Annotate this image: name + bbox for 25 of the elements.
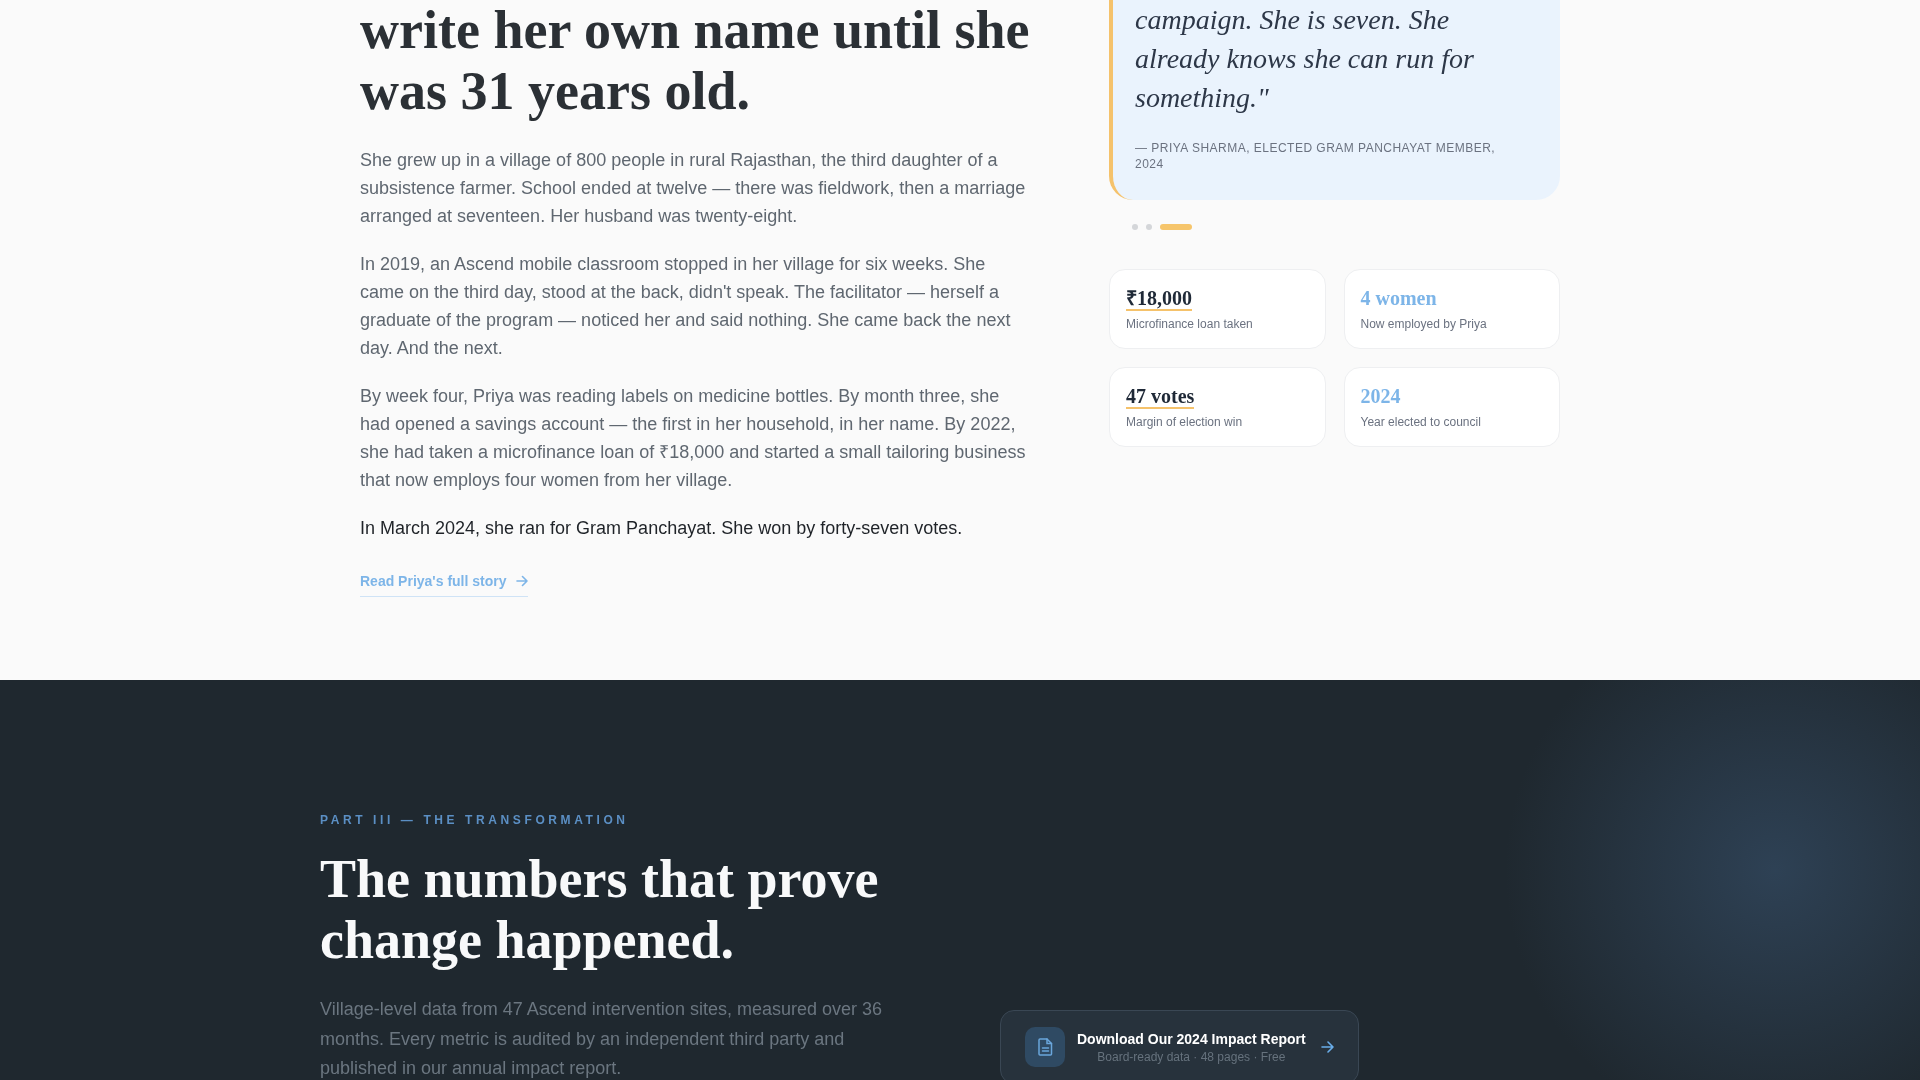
section-eyebrow: PART III — THE TRANSFORMATION (320, 812, 630, 829)
quote-attribution: — PRIYA SHARMA, ELECTED GRAM PANCHAYAT MEMBER, 2024 (1135, 140, 1497, 172)
carousel-indicator[interactable] (1146, 224, 1152, 230)
story-paragraph: In 2019, an Ascend mobile classroom stopped in her village for six weeks. She came on the third day, stood at the back, didn't speak. The facilitator — herself a graduate of the program — noticed her and said nothing. She came back the next day. And the next. (360, 253, 1012, 360)
stat-value: 47 votes (1126, 385, 1195, 409)
stat-value: 4 women (1360, 287, 1437, 311)
arrow-right-icon (515, 575, 528, 587)
stat-value: 2024 (1360, 385, 1401, 409)
carousel-indicator[interactable] (1132, 224, 1138, 230)
stat-label: Margin of election win (1126, 414, 1243, 430)
stat-label: Year elected to council (1360, 414, 1481, 430)
story-paragraph: By week four, Priya was reading labels on medicine bottles. By month three, she had opened a savings account — the first in her household, in her name. By 2022, she had taken a microfinance loan of ₹18,000 and started a small tailoring business that now employs four women from her village. (360, 385, 1027, 492)
document-icon (1025, 1027, 1065, 1067)
stat-label: Microfinance loan taken (1126, 316, 1253, 332)
download-report-button[interactable]: Download Our 2024 Impact Report Board-ready data · 48 pages · Free (1000, 1010, 1359, 1080)
section-intro: Village-level data from 47 Ascend intervention sites, measured over 36 months. Every metric is audited by an independent third party and published in our annual impact report. (320, 998, 883, 1080)
stat-value: ₹18,000 (1126, 287, 1192, 311)
story-heading: write her own name until she was 31 years old. (360, 0, 1031, 122)
story-paragraph: She grew up in a village of 800 people in rural Rajasthan, the third daughter of a subsistence farmer. School ended at twelve — there was fieldwork, then a marriage arranged at seventeen. Her husband was twenty-eight. (360, 149, 1027, 228)
story-paragraph: In March 2024, she ran for Gram Panchayat. She won by forty-seven votes. (360, 517, 964, 540)
section-heading: The numbers that prove change happened. (320, 849, 880, 971)
arrow-right-icon (1320, 1040, 1334, 1054)
stat-label: Now employed by Priya (1360, 316, 1487, 332)
quote-text: campaign. She is seven. She already knows she can run for something." (1135, 3, 1475, 115)
carousel-indicator[interactable] (1160, 224, 1192, 230)
